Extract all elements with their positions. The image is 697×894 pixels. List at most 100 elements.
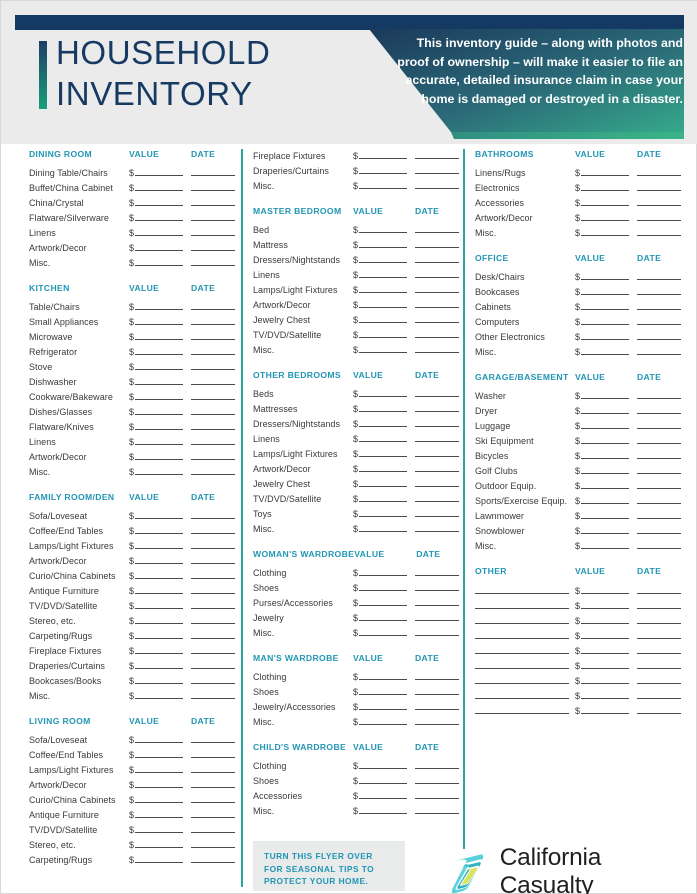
value-input[interactable]	[359, 626, 407, 636]
date-input[interactable]	[191, 211, 235, 221]
date-input[interactable]	[415, 179, 459, 189]
value-input[interactable]	[359, 343, 407, 353]
date-input[interactable]	[191, 733, 235, 743]
date-input[interactable]	[191, 435, 235, 445]
date-input[interactable]	[637, 614, 681, 624]
value-input[interactable]	[135, 853, 183, 863]
date-input[interactable]	[637, 464, 681, 474]
date-input[interactable]	[415, 447, 459, 457]
date-input[interactable]	[415, 715, 459, 725]
value-input[interactable]	[581, 270, 629, 280]
date-input[interactable]	[415, 522, 459, 532]
date-input[interactable]	[415, 417, 459, 427]
value-input[interactable]	[135, 584, 183, 594]
value-input[interactable]	[581, 211, 629, 221]
date-input[interactable]	[191, 509, 235, 519]
value-input[interactable]	[135, 345, 183, 355]
date-input[interactable]	[191, 748, 235, 758]
date-input[interactable]	[191, 330, 235, 340]
date-input[interactable]	[415, 611, 459, 621]
date-input[interactable]	[191, 838, 235, 848]
date-input[interactable]	[191, 554, 235, 564]
value-input[interactable]	[135, 689, 183, 699]
date-input[interactable]	[637, 270, 681, 280]
value-input[interactable]	[581, 300, 629, 310]
date-input[interactable]	[637, 211, 681, 221]
date-input[interactable]	[637, 434, 681, 444]
value-input[interactable]	[581, 509, 629, 519]
value-input[interactable]	[581, 704, 629, 714]
date-input[interactable]	[637, 659, 681, 669]
value-input[interactable]	[135, 644, 183, 654]
date-input[interactable]	[415, 149, 459, 159]
value-input[interactable]	[359, 238, 407, 248]
date-input[interactable]	[415, 670, 459, 680]
value-input[interactable]	[581, 285, 629, 295]
date-input[interactable]	[191, 166, 235, 176]
value-input[interactable]	[359, 759, 407, 769]
value-input[interactable]	[359, 149, 407, 159]
value-input[interactable]	[581, 345, 629, 355]
date-input[interactable]	[415, 685, 459, 695]
date-input[interactable]	[415, 507, 459, 517]
date-input[interactable]	[415, 759, 459, 769]
item-name-input[interactable]	[475, 583, 569, 594]
value-input[interactable]	[135, 748, 183, 758]
value-input[interactable]	[359, 283, 407, 293]
value-input[interactable]	[135, 196, 183, 206]
date-input[interactable]	[191, 450, 235, 460]
item-name-input[interactable]	[475, 643, 569, 654]
date-input[interactable]	[415, 298, 459, 308]
date-input[interactable]	[191, 629, 235, 639]
value-input[interactable]	[135, 450, 183, 460]
date-input[interactable]	[637, 166, 681, 176]
date-input[interactable]	[191, 315, 235, 325]
date-input[interactable]	[191, 375, 235, 385]
date-input[interactable]	[415, 700, 459, 710]
date-input[interactable]	[415, 804, 459, 814]
value-input[interactable]	[359, 268, 407, 278]
item-name-input[interactable]	[475, 673, 569, 684]
value-input[interactable]	[359, 298, 407, 308]
date-input[interactable]	[637, 300, 681, 310]
value-input[interactable]	[581, 674, 629, 684]
date-input[interactable]	[191, 256, 235, 266]
date-input[interactable]	[415, 253, 459, 263]
value-input[interactable]	[359, 223, 407, 233]
date-input[interactable]	[191, 360, 235, 370]
value-input[interactable]	[135, 181, 183, 191]
date-input[interactable]	[415, 774, 459, 784]
value-input[interactable]	[581, 196, 629, 206]
date-input[interactable]	[191, 226, 235, 236]
date-input[interactable]	[191, 241, 235, 251]
value-input[interactable]	[359, 685, 407, 695]
item-name-input[interactable]	[475, 703, 569, 714]
value-input[interactable]	[581, 524, 629, 534]
date-input[interactable]	[637, 404, 681, 414]
date-input[interactable]	[191, 778, 235, 788]
value-input[interactable]	[359, 387, 407, 397]
date-input[interactable]	[637, 449, 681, 459]
date-input[interactable]	[415, 223, 459, 233]
value-input[interactable]	[359, 789, 407, 799]
item-name-input[interactable]	[475, 688, 569, 699]
date-input[interactable]	[191, 345, 235, 355]
value-input[interactable]	[581, 181, 629, 191]
date-input[interactable]	[191, 644, 235, 654]
date-input[interactable]	[415, 462, 459, 472]
value-input[interactable]	[359, 402, 407, 412]
date-input[interactable]	[637, 704, 681, 714]
date-input[interactable]	[415, 283, 459, 293]
date-input[interactable]	[415, 164, 459, 174]
date-input[interactable]	[637, 330, 681, 340]
date-input[interactable]	[191, 793, 235, 803]
value-input[interactable]	[135, 823, 183, 833]
date-input[interactable]	[637, 181, 681, 191]
date-input[interactable]	[637, 644, 681, 654]
date-input[interactable]	[191, 853, 235, 863]
date-input[interactable]	[415, 492, 459, 502]
value-input[interactable]	[135, 375, 183, 385]
date-input[interactable]	[191, 196, 235, 206]
value-input[interactable]	[581, 689, 629, 699]
date-input[interactable]	[191, 614, 235, 624]
